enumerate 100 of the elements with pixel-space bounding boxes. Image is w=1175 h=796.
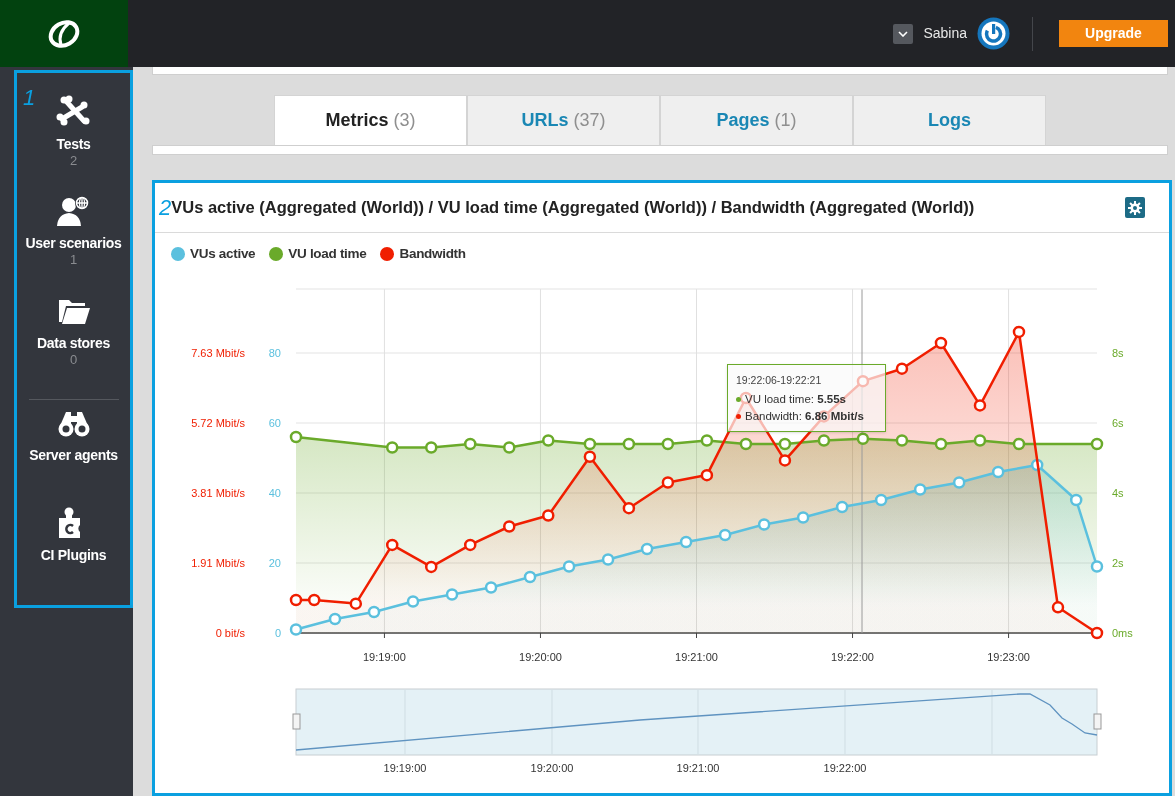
sidebar-item[interactable]: Server agents — [29, 406, 118, 506]
settings-button[interactable] — [1125, 197, 1145, 218]
axis-label: 19:23:00 — [987, 651, 1030, 663]
tooltip-time: 19:22:06-19:22:21 — [736, 373, 823, 388]
data-point — [503, 441, 516, 454]
data-point — [934, 336, 948, 350]
ring-logo-icon[interactable] — [47, 18, 81, 49]
data-point — [913, 483, 927, 496]
axis-label: 19:22:00 — [831, 651, 874, 663]
sidebar-label: CI Plugins — [40, 546, 107, 564]
data-point — [464, 538, 477, 552]
axis-label: 19:20:00 — [519, 651, 562, 663]
data-point — [700, 434, 714, 447]
data-point — [1090, 437, 1104, 451]
legend-label[interactable]: VUs active — [190, 243, 256, 265]
data-point — [1012, 325, 1026, 339]
data-point — [622, 501, 636, 515]
data-point — [973, 399, 987, 412]
axis-label: 2s — [1112, 557, 1124, 569]
tab[interactable]: Metrics (3) — [274, 95, 467, 145]
item-count: 2 — [69, 153, 78, 168]
data-point — [523, 570, 537, 584]
axis-label: 6s — [1112, 417, 1124, 429]
data-point — [289, 430, 303, 444]
data-point — [307, 593, 321, 607]
data-point — [503, 520, 516, 533]
data-point — [542, 434, 555, 447]
sidebar-item[interactable]: Data stores 0 — [37, 293, 110, 394]
chevron-down-icon — [898, 30, 909, 37]
axis-label: 5.72 Mbit/s — [191, 417, 245, 429]
sidebar-item[interactable]: Tests 2 — [56, 95, 91, 195]
axis-label: 19:21:00 — [675, 651, 718, 663]
data-point — [1069, 493, 1083, 507]
axis-label: 1.91 Mbit/s — [191, 556, 245, 569]
axis-label: 8s — [1112, 347, 1124, 359]
data-point — [425, 560, 438, 574]
data-point — [895, 362, 909, 375]
annotation-number: 2 — [159, 194, 172, 222]
user-globe-icon — [56, 194, 91, 229]
data-point — [385, 441, 399, 454]
axis-label: 40 — [268, 487, 281, 499]
axis-label: 80 — [268, 347, 281, 359]
axis-label: 4s — [1112, 487, 1124, 499]
sidebar-item[interactable]: User scenarios 1 — [25, 194, 122, 294]
settings-icon — [1128, 200, 1142, 215]
tooltip-line: VU load time: 5.55s — [745, 391, 846, 407]
data-point — [425, 441, 438, 454]
tab[interactable]: Pages (1) — [660, 95, 853, 145]
data-point — [601, 553, 615, 566]
data-point — [562, 560, 576, 573]
data-point — [385, 538, 399, 552]
data-point — [757, 518, 771, 531]
data-point — [895, 434, 909, 447]
legend-label[interactable]: Bandwidth — [399, 243, 466, 265]
data-point — [1012, 437, 1026, 451]
axis-label: 0 — [274, 627, 281, 639]
data-point — [406, 595, 420, 608]
data-point — [718, 528, 732, 542]
data-point — [835, 500, 849, 514]
navigator-label: 19:21:00 — [676, 762, 720, 774]
data-point — [661, 437, 675, 451]
data-point — [934, 437, 948, 451]
annotation-number: 1 — [23, 87, 36, 109]
data-point — [817, 434, 831, 447]
data-point — [679, 535, 693, 549]
navigator-label: 19:20:00 — [530, 762, 574, 774]
axis-label: 0ms — [1112, 627, 1133, 639]
user-name[interactable]: Sabina — [923, 23, 967, 44]
navigator-label: 19:19:00 — [383, 762, 427, 774]
data-point — [367, 605, 381, 619]
data-point — [640, 542, 654, 556]
data-point — [484, 581, 498, 594]
axis-label: 60 — [268, 417, 281, 429]
data-point — [1090, 626, 1104, 640]
data-point — [542, 509, 555, 522]
data-point — [952, 476, 966, 489]
data-point — [661, 476, 675, 489]
data-point — [778, 454, 792, 467]
data-point — [973, 434, 987, 447]
dropdown-button[interactable] — [893, 23, 914, 44]
data-point — [583, 437, 597, 451]
sidebar-label: Data stores — [37, 334, 110, 352]
tab[interactable]: URLs (37) — [467, 95, 660, 145]
legend-label[interactable]: VU load time — [288, 243, 367, 265]
tab[interactable]: Logs — [853, 95, 1046, 145]
sidebar-label: User scenarios — [25, 235, 122, 253]
power-icon[interactable] — [977, 17, 1010, 50]
data-point — [349, 597, 363, 610]
data-point — [328, 612, 342, 626]
data-point — [1090, 560, 1104, 573]
axis-label: 7.63 Mbit/s — [191, 346, 245, 359]
data-point — [739, 437, 753, 451]
data-point — [778, 437, 792, 451]
range-handle[interactable] — [1093, 713, 1102, 730]
sidebar-item[interactable]: CI Plugins — [40, 505, 107, 605]
sidebar-label: Tests — [56, 136, 91, 153]
data-point — [700, 468, 714, 482]
chart-title: VUs active (Aggregated (World)) / VU load time (Aggregated (World)) / Bandwidth (Aggregated (World)) — [171, 197, 975, 219]
item-count: 1 — [69, 252, 78, 268]
range-handle[interactable] — [292, 713, 301, 730]
